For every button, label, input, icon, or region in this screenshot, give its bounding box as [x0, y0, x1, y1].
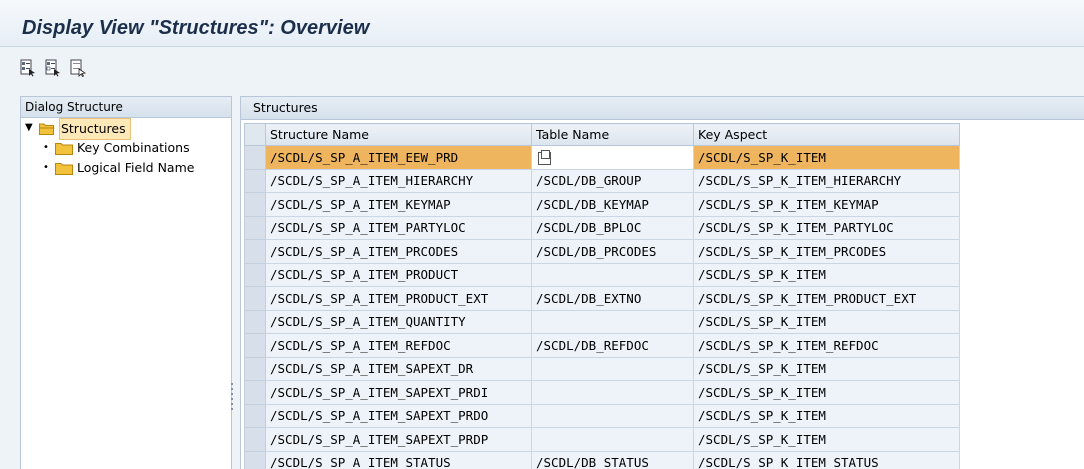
- application-toolbar: [0, 47, 1084, 91]
- cell-structure-name[interactable]: /SCDL/S_SP_A_ITEM_PRODUCT: [265, 262, 532, 287]
- row-selector[interactable]: [244, 168, 266, 193]
- cell-key-aspect[interactable]: /SCDL/S_SP_K_ITEM: [693, 427, 960, 452]
- row-selector[interactable]: [244, 239, 266, 264]
- table-row[interactable]: /SCDL/S_SP_A_ITEM_PRODUCT/SCDL/S_SP_K_IT…: [244, 262, 960, 287]
- cell-structure-name[interactable]: /SCDL/S_SP_A_ITEM_SAPEXT_PRDO: [265, 403, 532, 428]
- table-row[interactable]: /SCDL/S_SP_A_ITEM_REFDOC/SCDL/DB_REFDOC /…: [244, 333, 960, 358]
- table-row[interactable]: /SCDL/S_SP_A_ITEM_QUANTITY/SCDL/S_SP_K_I…: [244, 309, 960, 334]
- select-all-rows-cell[interactable]: [244, 123, 266, 146]
- table-row[interactable]: /SCDL/S_SP_A_ITEM_SAPEXT_PRDI/SCDL/S_SP_…: [244, 380, 960, 405]
- table-header-row: Structure Name Table Name Key Aspect: [244, 123, 960, 146]
- cell-key-aspect[interactable]: /SCDL/S_SP_K_ITEM: [693, 145, 960, 170]
- dialog-structure-header: Dialog Structure: [21, 97, 231, 118]
- row-selector[interactable]: [244, 380, 266, 405]
- cell-table-name[interactable]: [531, 403, 694, 428]
- cell-key-aspect[interactable]: /SCDL/S_SP_K_ITEM: [693, 309, 960, 334]
- table-row[interactable]: /SCDL/S_SP_A_ITEM_PARTYLOC/SCDL/DB_BPLOC…: [244, 215, 960, 240]
- dialog-structure-panel: Dialog Structure ▼ Structures • Key Comb…: [20, 96, 232, 469]
- cell-table-name[interactable]: /SCDL/DB_KEYMAP: [531, 192, 694, 217]
- tree-item-label: Logical Field Name: [76, 160, 195, 175]
- table-row[interactable]: /SCDL/S_SP_A_ITEM_SAPEXT_PRDO/SCDL/S_SP_…: [244, 403, 960, 428]
- panel-splitter[interactable]: [229, 380, 235, 416]
- cell-key-aspect[interactable]: /SCDL/S_SP_K_ITEM: [693, 380, 960, 405]
- cell-structure-name[interactable]: /SCDL/S_SP_A_ITEM_PARTYLOC: [265, 215, 532, 240]
- row-selector[interactable]: [244, 262, 266, 287]
- tree-item-label: Structures: [58, 118, 131, 140]
- select-block-icon[interactable]: [43, 58, 63, 78]
- cell-key-aspect[interactable]: /SCDL/S_SP_K_ITEM_PRCODES: [693, 239, 960, 264]
- row-selector[interactable]: [244, 356, 266, 381]
- cell-table-name[interactable]: /SCDL/DB_STATUS: [531, 450, 694, 469]
- cell-table-name[interactable]: [531, 427, 694, 452]
- table-row[interactable]: /SCDL/S_SP_A_ITEM_KEYMAP/SCDL/DB_KEYMAP /…: [244, 192, 960, 217]
- row-selector[interactable]: [244, 286, 266, 311]
- tree-item-structures[interactable]: ▼ Structures: [25, 118, 131, 140]
- cell-table-name[interactable]: [531, 356, 694, 381]
- cell-structure-name[interactable]: /SCDL/S_SP_A_ITEM_SAPEXT_DR: [265, 356, 532, 381]
- cell-key-aspect[interactable]: /SCDL/S_SP_K_ITEM: [693, 403, 960, 428]
- structures-table: Structure Name Table Name Key Aspect /SC…: [244, 123, 960, 469]
- table-row[interactable]: /SCDL/S_SP_A_ITEM_PRCODES/SCDL/DB_PRCODE…: [244, 239, 960, 264]
- cell-structure-name[interactable]: /SCDL/S_SP_A_ITEM_STATUS: [265, 450, 532, 469]
- column-header-key-aspect[interactable]: Key Aspect: [693, 123, 960, 146]
- row-selector[interactable]: [244, 333, 266, 358]
- value-help-icon[interactable]: [538, 149, 551, 165]
- folder-icon: [54, 161, 73, 181]
- bullet-icon: •: [43, 142, 49, 153]
- cell-table-name[interactable]: /SCDL/DB_GROUP: [531, 168, 694, 193]
- title-bar: Display View "Structures": Overview: [0, 0, 1084, 47]
- bullet-icon: •: [43, 162, 49, 173]
- cell-table-name[interactable]: /SCDL/DB_REFDOC: [531, 333, 694, 358]
- cell-key-aspect[interactable]: /SCDL/S_SP_K_ITEM_STATUS: [693, 450, 960, 469]
- tree-item-key-combinations[interactable]: • Key Combinations: [41, 138, 190, 158]
- cell-key-aspect[interactable]: /SCDL/S_SP_K_ITEM_PARTYLOC: [693, 215, 960, 240]
- cell-key-aspect[interactable]: /SCDL/S_SP_K_ITEM_PRODUCT_EXT: [693, 286, 960, 311]
- cell-structure-name[interactable]: /SCDL/S_SP_A_ITEM_KEYMAP: [265, 192, 532, 217]
- cell-structure-name[interactable]: /SCDL/S_SP_A_ITEM_EEW_PRD: [265, 145, 532, 170]
- deselect-all-icon[interactable]: [68, 58, 88, 78]
- cell-table-name[interactable]: /SCDL/DB_EXTNO: [531, 286, 694, 311]
- structures-header: Structures: [241, 97, 1084, 120]
- table-row[interactable]: /SCDL/S_SP_A_ITEM_STATUS/SCDL/DB_STATUS /…: [244, 450, 960, 469]
- tree-item-logical-field-name[interactable]: • Logical Field Name: [41, 158, 194, 178]
- row-selector[interactable]: [244, 192, 266, 217]
- row-selector[interactable]: [244, 450, 266, 469]
- cell-key-aspect[interactable]: /SCDL/S_SP_K_ITEM_HIERARCHY: [693, 168, 960, 193]
- table-row[interactable]: /SCDL/S_SP_A_ITEM_SAPEXT_PRDP/SCDL/S_SP_…: [244, 427, 960, 452]
- cell-table-name[interactable]: [531, 380, 694, 405]
- table-row[interactable]: /SCDL/S_SP_A_ITEM_EEW_PRD/SCDL/S_SP_K_IT…: [244, 145, 960, 170]
- row-selector[interactable]: [244, 215, 266, 240]
- cell-structure-name[interactable]: /SCDL/S_SP_A_ITEM_PRCODES: [265, 239, 532, 264]
- cell-structure-name[interactable]: /SCDL/S_SP_A_ITEM_HIERARCHY: [265, 168, 532, 193]
- cell-structure-name[interactable]: /SCDL/S_SP_A_ITEM_SAPEXT_PRDI: [265, 380, 532, 405]
- cell-key-aspect[interactable]: /SCDL/S_SP_K_ITEM_REFDOC: [693, 333, 960, 358]
- row-selector[interactable]: [244, 145, 266, 170]
- table-row[interactable]: /SCDL/S_SP_A_ITEM_PRODUCT_EXT/SCDL/DB_EX…: [244, 286, 960, 311]
- column-header-structure-name[interactable]: Structure Name: [265, 123, 532, 146]
- select-all-icon[interactable]: [18, 58, 38, 78]
- row-selector[interactable]: [244, 403, 266, 428]
- structures-panel: Structures Structure Name Table Name Key…: [240, 96, 1084, 469]
- cell-key-aspect[interactable]: /SCDL/S_SP_K_ITEM_KEYMAP: [693, 192, 960, 217]
- table-row[interactable]: /SCDL/S_SP_A_ITEM_HIERARCHY/SCDL/DB_GROU…: [244, 168, 960, 193]
- cell-table-name[interactable]: /SCDL/DB_PRCODES: [531, 239, 694, 264]
- cell-structure-name[interactable]: /SCDL/S_SP_A_ITEM_SAPEXT_PRDP: [265, 427, 532, 452]
- cell-key-aspect[interactable]: /SCDL/S_SP_K_ITEM: [693, 262, 960, 287]
- cell-key-aspect[interactable]: /SCDL/S_SP_K_ITEM: [693, 356, 960, 381]
- cell-structure-name[interactable]: /SCDL/S_SP_A_ITEM_PRODUCT_EXT: [265, 286, 532, 311]
- row-selector[interactable]: [244, 309, 266, 334]
- row-selector[interactable]: [244, 427, 266, 452]
- tree-item-label: Key Combinations: [76, 140, 190, 155]
- cell-table-name[interactable]: [531, 309, 694, 334]
- cell-structure-name[interactable]: /SCDL/S_SP_A_ITEM_REFDOC: [265, 333, 532, 358]
- column-header-table-name[interactable]: Table Name: [531, 123, 694, 146]
- page-title: Display View "Structures": Overview: [22, 17, 370, 39]
- expand-triangle-icon[interactable]: ▼: [25, 118, 35, 138]
- table-row[interactable]: /SCDL/S_SP_A_ITEM_SAPEXT_DR/SCDL/S_SP_K_…: [244, 356, 960, 381]
- cell-structure-name[interactable]: /SCDL/S_SP_A_ITEM_QUANTITY: [265, 309, 532, 334]
- cell-table-name[interactable]: [531, 145, 694, 170]
- cell-table-name[interactable]: /SCDL/DB_BPLOC: [531, 215, 694, 240]
- cell-table-name[interactable]: [531, 262, 694, 287]
